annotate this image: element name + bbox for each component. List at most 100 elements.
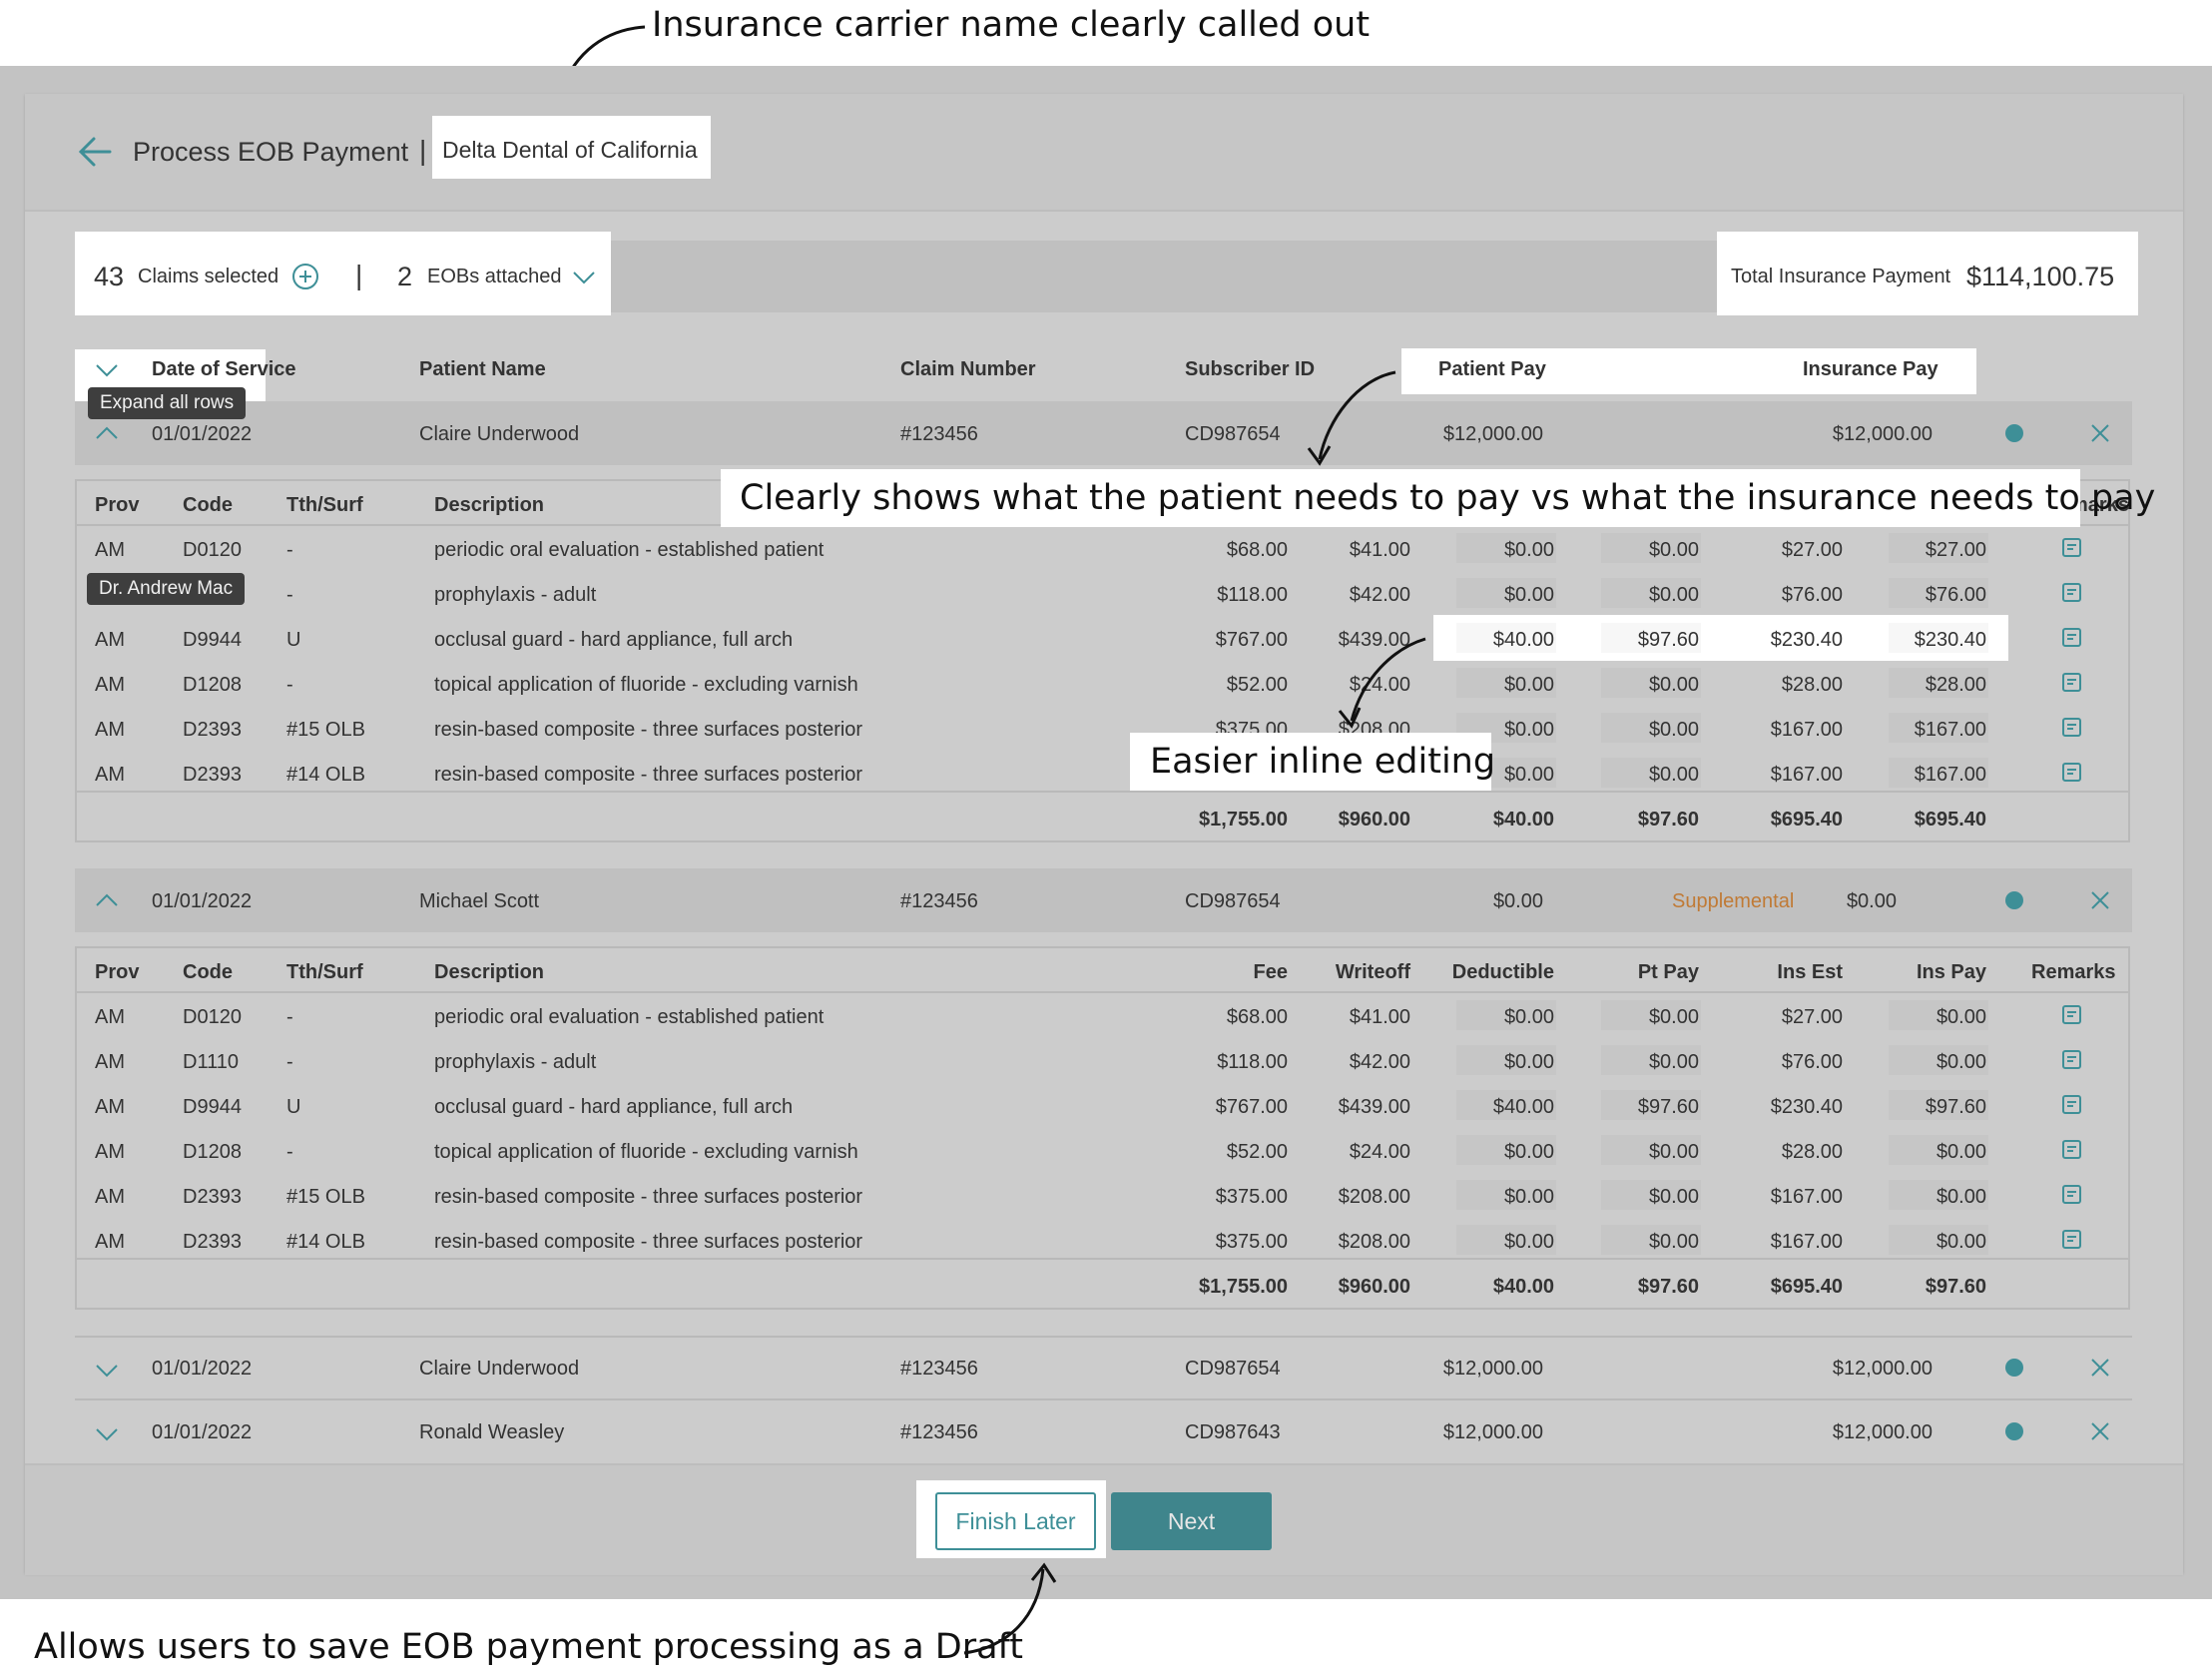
line-ptpay-input[interactable]: $0.00 <box>1601 585 1699 605</box>
expand-chevron-icon[interactable] <box>95 1364 119 1378</box>
line-ptpay-input[interactable]: $0.00 <box>1601 540 1699 560</box>
chevron-down-icon[interactable] <box>572 271 596 284</box>
line-ptpay-input[interactable]: $0.00 <box>1601 720 1699 740</box>
line-ptpay-input[interactable]: $97.60 <box>1601 1097 1699 1117</box>
claim-insurance-pay: $12,000.00 <box>1832 1421 1933 1443</box>
line-writeoff: $42.00 <box>1349 584 1410 606</box>
col-patient-pay[interactable]: Patient Pay <box>1438 359 1546 379</box>
supplemental-status: Supplemental <box>1672 890 1795 912</box>
line-code: D2393 <box>183 764 242 786</box>
claim-patient: Claire Underwood <box>419 1358 580 1380</box>
claim-patient: Michael Scott <box>419 890 540 912</box>
close-icon[interactable] <box>2090 1421 2110 1441</box>
remark-note-icon[interactable] <box>2062 583 2082 603</box>
claims-selected-label: Claims selected <box>138 266 279 287</box>
close-icon[interactable] <box>2090 890 2110 910</box>
line-description: resin-based composite - three surfaces p… <box>434 764 863 786</box>
line-ptpay-input[interactable]: $97.60 <box>1601 630 1699 650</box>
col-subscriber-id[interactable]: Subscriber ID <box>1185 359 1315 379</box>
line-inspay-input[interactable]: $167.00 <box>1889 720 1986 740</box>
line-inspay-input[interactable]: $0.00 <box>1889 1052 1986 1072</box>
close-icon[interactable] <box>2090 423 2110 443</box>
line-deductible-input[interactable]: $0.00 <box>1456 585 1554 605</box>
line-fee: $118.00 <box>1217 1051 1288 1073</box>
remark-note-icon[interactable] <box>2062 673 2082 693</box>
line-deductible-input[interactable]: $40.00 <box>1456 630 1554 650</box>
claim-patient-pay: $12,000.00 <box>1442 1358 1543 1380</box>
line-prov: AM <box>95 1051 125 1073</box>
claim-insurance-pay: $12,000.00 <box>1832 1358 1933 1380</box>
line-inspay-input[interactable]: $0.00 <box>1889 1142 1986 1162</box>
line-writeoff: $208.00 <box>1338 1186 1410 1208</box>
close-icon[interactable] <box>2090 1358 2110 1378</box>
line-inspay-input[interactable]: $167.00 <box>1889 765 1986 785</box>
expand-chevron-icon[interactable] <box>95 1427 119 1441</box>
line-deductible-input[interactable]: $0.00 <box>1456 1187 1554 1207</box>
line-tooth: - <box>286 674 293 696</box>
expand-all-chevron-icon[interactable] <box>95 363 119 377</box>
line-deductible-input[interactable]: $0.00 <box>1456 1142 1554 1162</box>
line-ptpay-input[interactable]: $0.00 <box>1601 1142 1699 1162</box>
detail-col-prov: Prov <box>95 961 140 983</box>
line-deductible-input[interactable]: $0.00 <box>1456 1052 1554 1072</box>
line-inspay-input[interactable]: $27.00 <box>1889 540 1986 560</box>
remark-note-icon[interactable] <box>2062 1095 2082 1115</box>
next-button[interactable]: Next <box>1111 1492 1272 1550</box>
line-insest: $27.00 <box>1781 539 1843 561</box>
finish-later-button[interactable]: Finish Later <box>935 1492 1096 1550</box>
remark-note-icon[interactable] <box>2062 1005 2082 1025</box>
line-ptpay-input[interactable]: $0.00 <box>1601 1232 1699 1252</box>
line-fee: $118.00 <box>1217 584 1288 606</box>
line-deductible-input[interactable]: $0.00 <box>1456 1232 1554 1252</box>
line-inspay-input[interactable]: $76.00 <box>1889 585 1986 605</box>
line-deductible-input[interactable]: $40.00 <box>1456 1097 1554 1117</box>
line-ptpay-input[interactable]: $0.00 <box>1601 1007 1699 1027</box>
remark-note-icon[interactable] <box>2062 1230 2082 1250</box>
line-prov: AM <box>95 719 125 741</box>
collapse-chevron-icon[interactable] <box>95 893 119 907</box>
claim-date: 01/01/2022 <box>152 1421 253 1443</box>
line-ptpay-input[interactable]: $0.00 <box>1601 765 1699 785</box>
line-ptpay-input[interactable]: $0.00 <box>1601 675 1699 695</box>
line-deductible-input[interactable]: $0.00 <box>1456 675 1554 695</box>
total-payment-value: $114,100.75 <box>1966 262 2115 291</box>
remark-note-icon[interactable] <box>2062 763 2082 783</box>
line-description: topical application of fluoride - exclud… <box>434 674 858 696</box>
line-code: D1208 <box>183 674 242 696</box>
remark-note-icon[interactable] <box>2062 1185 2082 1205</box>
detail-col-description: Description <box>434 961 545 983</box>
col-insurance-pay[interactable]: Insurance Pay <box>1803 359 1938 379</box>
remark-note-icon[interactable] <box>2062 1050 2082 1070</box>
col-date-of-service[interactable]: Date of Service <box>152 359 296 379</box>
remark-note-icon[interactable] <box>2062 628 2082 648</box>
remark-note-icon[interactable] <box>2062 718 2082 738</box>
line-inspay-input[interactable]: $28.00 <box>1889 675 1986 695</box>
line-inspay-input[interactable]: $0.00 <box>1889 1007 1986 1027</box>
remark-note-icon[interactable] <box>2062 538 2082 558</box>
detail-col-inspay: Ins Pay <box>1916 961 1986 983</box>
line-deductible-input[interactable]: $0.00 <box>1456 540 1554 560</box>
col-claim-number[interactable]: Claim Number <box>900 359 1036 379</box>
back-arrow-icon[interactable] <box>78 137 112 167</box>
line-deductible-input[interactable]: $0.00 <box>1456 1007 1554 1027</box>
eobs-count: 2 <box>397 262 413 291</box>
line-prov: AM <box>95 1141 125 1163</box>
eobs-attached-label[interactable]: EOBs attached <box>427 267 562 286</box>
line-inspay-input[interactable]: $0.00 <box>1889 1232 1986 1252</box>
collapse-chevron-icon[interactable] <box>95 426 119 440</box>
line-tooth: #14 OLB <box>286 764 365 786</box>
line-inspay-input[interactable]: $230.40 <box>1889 630 1986 650</box>
remark-note-icon[interactable] <box>2062 1140 2082 1160</box>
line-insest: $230.40 <box>1770 629 1843 651</box>
col-patient-name[interactable]: Patient Name <box>419 359 546 379</box>
line-inspay-input[interactable]: $0.00 <box>1889 1187 1986 1207</box>
line-writeoff: $208.00 <box>1338 1231 1410 1253</box>
line-inspay-input[interactable]: $97.60 <box>1889 1097 1986 1117</box>
line-prov: AM <box>95 629 125 651</box>
line-code: D2393 <box>183 1186 242 1208</box>
line-ptpay-input[interactable]: $0.00 <box>1601 1187 1699 1207</box>
line-ptpay-input[interactable]: $0.00 <box>1601 1052 1699 1072</box>
add-claim-icon[interactable] <box>291 263 319 290</box>
annotation-carrier: Insurance carrier name clearly called ou… <box>652 5 1371 45</box>
claim-number: #123456 <box>900 1421 978 1443</box>
